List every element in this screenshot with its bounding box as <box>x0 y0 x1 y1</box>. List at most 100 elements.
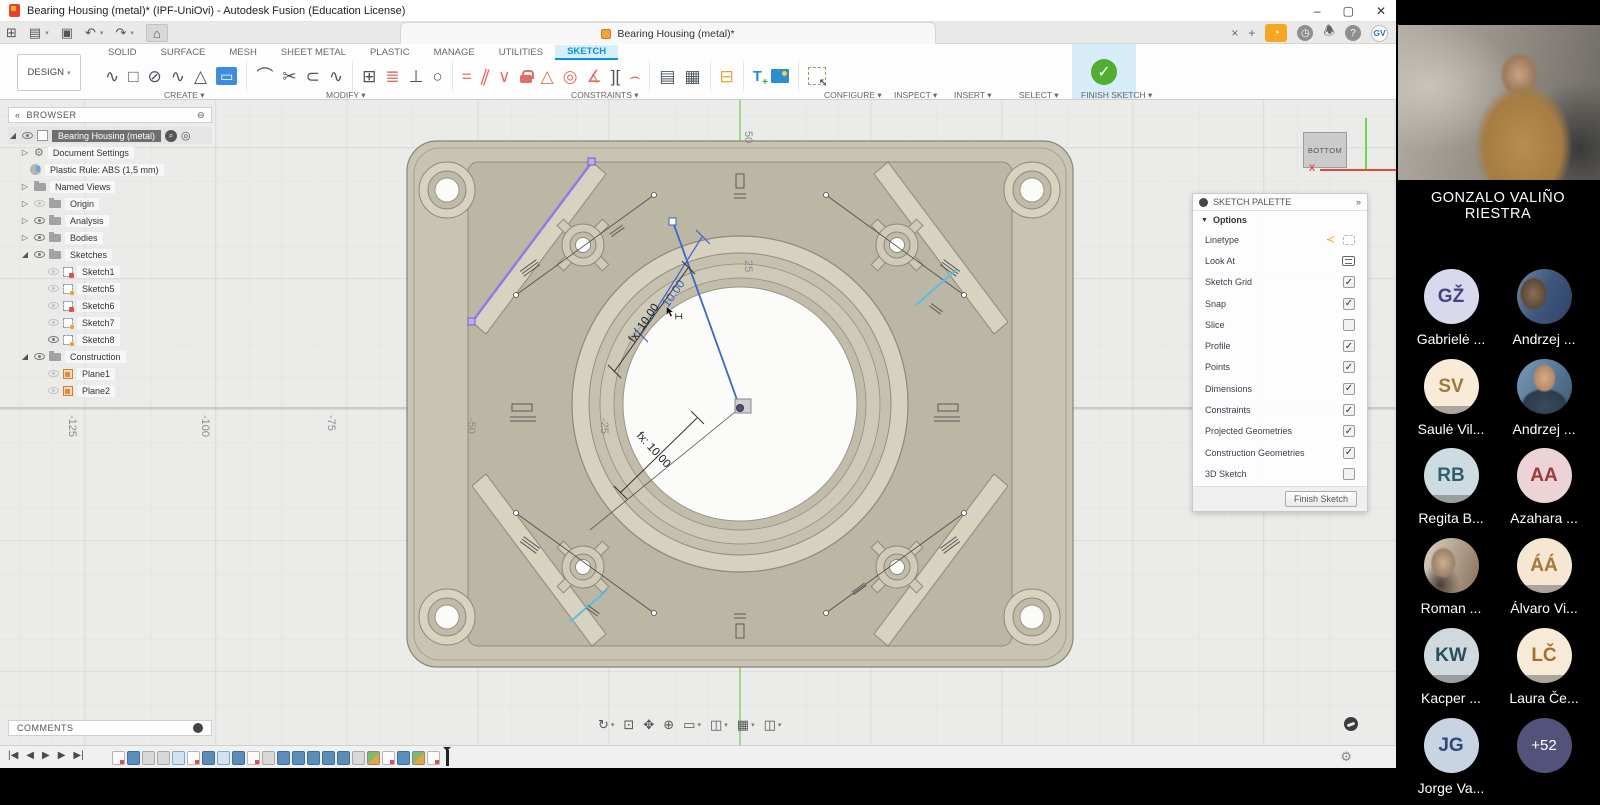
visibility-eye-icon[interactable] <box>34 234 45 241</box>
visibility-eye-icon[interactable] <box>34 200 45 207</box>
comments-icon[interactable] <box>193 723 203 733</box>
expander-icon[interactable]: ◢ <box>20 352 30 361</box>
timeline-features[interactable] <box>112 750 449 766</box>
participant-tile[interactable]: LČ Laura Če... <box>1497 628 1591 706</box>
tree-row[interactable]: Sketch5 <box>8 280 212 297</box>
perpendicular-constraint-icon[interactable]: ∨ <box>498 68 510 85</box>
tree-row[interactable]: ▷ Bodies <box>8 229 212 246</box>
visibility-eye-icon[interactable] <box>48 319 59 326</box>
app-grid-icon[interactable]: ⊞ <box>6 25 17 41</box>
construction-geometries-checkbox[interactable]: ✓ <box>1343 447 1355 459</box>
sketch-grid-checkbox[interactable]: ✓ <box>1343 276 1355 288</box>
expander-icon[interactable]: ▷ <box>20 182 30 191</box>
user-avatar[interactable]: GV <box>1371 25 1388 42</box>
measure-icon[interactable]: ⊟ <box>720 68 734 85</box>
tree-row[interactable]: Sketch7 <box>8 314 212 331</box>
close-tab-icon[interactable]: × <box>1231 26 1238 40</box>
participant-tile[interactable]: GŽ Gabrielė ... <box>1404 269 1498 347</box>
visibility-eye-icon[interactable] <box>22 132 33 139</box>
expander-icon[interactable]: ◢ <box>20 250 30 259</box>
zoom-icon[interactable]: ⊕ <box>663 717 674 733</box>
offset-tool-icon[interactable]: ⊂ <box>306 68 320 85</box>
rectangle-tool-icon[interactable]: □ <box>128 68 138 85</box>
midpoint-constraint-icon[interactable]: ∡ <box>587 68 602 85</box>
file-menu-icon[interactable]: ▤ <box>29 25 41 41</box>
browser-header[interactable]: « BROWSER ⊖ <box>8 107 212 123</box>
participant-tile[interactable]: ÁÁ Álvaro Vi... <box>1497 538 1591 616</box>
viewports-icon[interactable]: ◫ <box>764 717 776 733</box>
visibility-eye-icon[interactable] <box>48 387 59 394</box>
tab-sketch[interactable]: SKETCH <box>555 45 618 60</box>
tab-mesh[interactable]: MESH <box>217 45 268 60</box>
document-tab[interactable]: Bearing Housing (metal)* <box>400 22 936 44</box>
visibility-eye-icon[interactable] <box>48 285 59 292</box>
visibility-eye-icon[interactable] <box>48 268 59 275</box>
spline-tool-icon[interactable]: ∿ <box>171 68 185 85</box>
grid-settings-icon[interactable]: ▦ <box>737 717 749 733</box>
active-rectangle-tool-icon[interactable]: ▭ <box>216 67 237 85</box>
tree-row[interactable]: ▷ Analysis <box>8 212 212 229</box>
cone-tool-icon[interactable]: △ <box>194 68 207 85</box>
participant-tile[interactable]: KW Kacper ... <box>1404 628 1498 706</box>
visibility-eye-icon[interactable] <box>34 353 45 360</box>
skip-end-icon[interactable]: ▶| <box>73 750 83 761</box>
step-back-icon[interactable]: ◀ <box>26 750 34 761</box>
fit-icon[interactable]: ▭ <box>683 717 695 733</box>
hatch-icon[interactable]: ≣ <box>385 68 399 85</box>
rectangular-pattern-icon[interactable]: ⊞ <box>362 68 376 85</box>
visibility-eye-icon[interactable] <box>34 251 45 258</box>
tree-row[interactable]: ▷ ⚙ Document Settings <box>8 144 212 161</box>
job-status-icon[interactable]: ◷ <box>1297 25 1313 41</box>
notifications-bell-icon[interactable]: 🕭 <box>1323 22 1335 44</box>
tree-row[interactable]: ◢ Construction <box>8 348 212 365</box>
expander-icon[interactable]: ▷ <box>20 233 30 242</box>
participant-tile[interactable]: SV Saulė Vil... <box>1404 359 1498 437</box>
trim-tool-icon[interactable]: ✂ <box>282 68 296 85</box>
projected-geometries-checkbox[interactable]: ✓ <box>1343 425 1355 437</box>
look-at-nav-icon[interactable]: ⊡ <box>623 717 634 733</box>
visibility-eye-icon[interactable] <box>48 370 59 377</box>
polygon-constraint-icon[interactable]: △ <box>541 68 554 85</box>
visibility-eye-icon[interactable] <box>48 302 59 309</box>
tab-solid[interactable]: SOLID <box>96 45 149 60</box>
close-button[interactable]: ✕ <box>1376 4 1386 18</box>
expander-icon[interactable]: ◢ <box>8 131 18 140</box>
expander-icon[interactable]: ▷ <box>20 148 30 157</box>
step-forward-icon[interactable]: ▶ <box>58 750 66 761</box>
collapse-all-icon[interactable]: ⊖ <box>197 110 205 121</box>
skip-start-icon[interactable]: |◀ <box>8 750 18 761</box>
edge-endpoint-2[interactable] <box>588 158 595 165</box>
tab-plastic[interactable]: PLASTIC <box>358 45 422 60</box>
tree-row[interactable]: Sketch6 <box>8 297 212 314</box>
dimensions-checkbox[interactable]: ✓ <box>1343 383 1355 395</box>
fix-constraint-icon[interactable] <box>520 70 532 83</box>
tree-row[interactable]: Sketch1 <box>8 263 212 280</box>
tab-manage[interactable]: MANAGE <box>422 45 487 60</box>
activate-icon[interactable]: ◎ <box>181 129 191 142</box>
finish-sketch-palette-button[interactable]: Finish Sketch <box>1285 491 1357 507</box>
snap-checkbox[interactable]: ✓ <box>1343 298 1355 310</box>
home-view-icon[interactable]: ⌂ <box>146 24 168 42</box>
design-dropdown[interactable]: DESIGN▾ <box>17 54 81 91</box>
insert-bolt-icon[interactable]: T+ <box>753 68 762 85</box>
slice-checkbox[interactable] <box>1343 319 1355 331</box>
centerline-icon[interactable]: ≺ <box>1326 233 1335 246</box>
collapse-panel-icon[interactable]: « <box>15 110 21 120</box>
parallel-constraint-icon[interactable]: ∥ <box>478 67 491 86</box>
participant-tile[interactable]: +52 <box>1497 718 1591 780</box>
line-tool-icon[interactable]: ∿ <box>105 68 119 85</box>
palette-expand-icon[interactable]: » <box>1356 197 1361 207</box>
visibility-eye-icon[interactable] <box>48 336 59 343</box>
configure-sheet-icon[interactable]: ▤ <box>659 68 675 85</box>
tree-row[interactable]: Plane1 <box>8 365 212 382</box>
tree-row[interactable]: Plane2 <box>8 382 212 399</box>
feedback-bubble-icon[interactable] <box>1344 717 1358 731</box>
participant-tile[interactable]: Andrzej ... <box>1497 359 1591 437</box>
search-icon[interactable]: ⌕ <box>165 130 177 142</box>
perpendicular-line-icon[interactable]: ⊥ <box>409 68 424 85</box>
timeline-playhead[interactable] <box>446 750 449 766</box>
orbit-icon[interactable]: ↻ <box>598 717 609 733</box>
participant-tile[interactable]: Andrzej ... <box>1497 269 1591 347</box>
select-tool-icon[interactable] <box>808 67 826 85</box>
participant-tile[interactable]: RB Regita B... <box>1404 448 1498 526</box>
